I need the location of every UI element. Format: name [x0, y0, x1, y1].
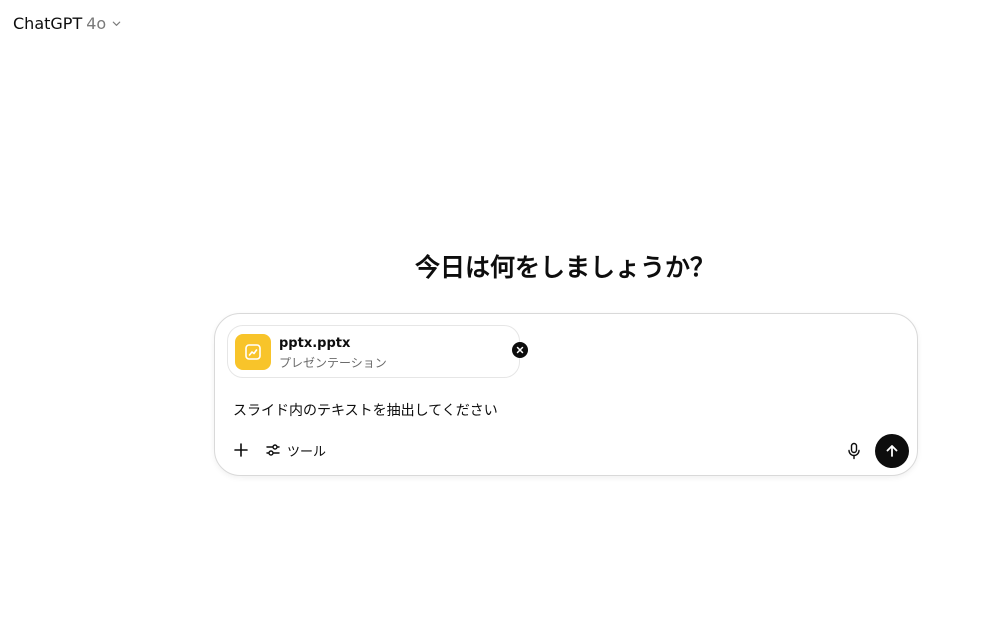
voice-input-button[interactable]: [844, 440, 864, 462]
close-icon: [516, 346, 524, 354]
file-name: pptx.pptx: [279, 336, 351, 351]
arrow-up-icon: [884, 443, 900, 459]
plus-icon: [233, 442, 249, 458]
add-button[interactable]: [231, 440, 251, 460]
model-selector[interactable]: ChatGPT 4o: [13, 12, 122, 34]
file-type: プレゼンテーション: [279, 356, 387, 370]
tools-label: ツール: [287, 444, 327, 460]
remove-attachment-button[interactable]: [512, 342, 528, 358]
microphone-icon: [847, 442, 861, 460]
send-button[interactable]: [875, 434, 909, 468]
composer: pptx.pptx プレゼンテーション スライド内のテキストを抽出してください …: [214, 313, 918, 476]
presentation-chart-icon: [235, 334, 271, 370]
file-attachment: pptx.pptx プレゼンテーション: [227, 325, 528, 378]
prompt-input[interactable]: スライド内のテキストを抽出してください: [233, 400, 498, 420]
sliders-icon: [265, 442, 281, 458]
tools-button[interactable]: ツール: [265, 440, 326, 460]
model-name: ChatGPT: [13, 13, 83, 33]
model-version: 4o: [86, 13, 107, 33]
page-title: 今日は何をしましょうか？: [414, 253, 715, 282]
chevron-down-icon: [111, 18, 122, 29]
